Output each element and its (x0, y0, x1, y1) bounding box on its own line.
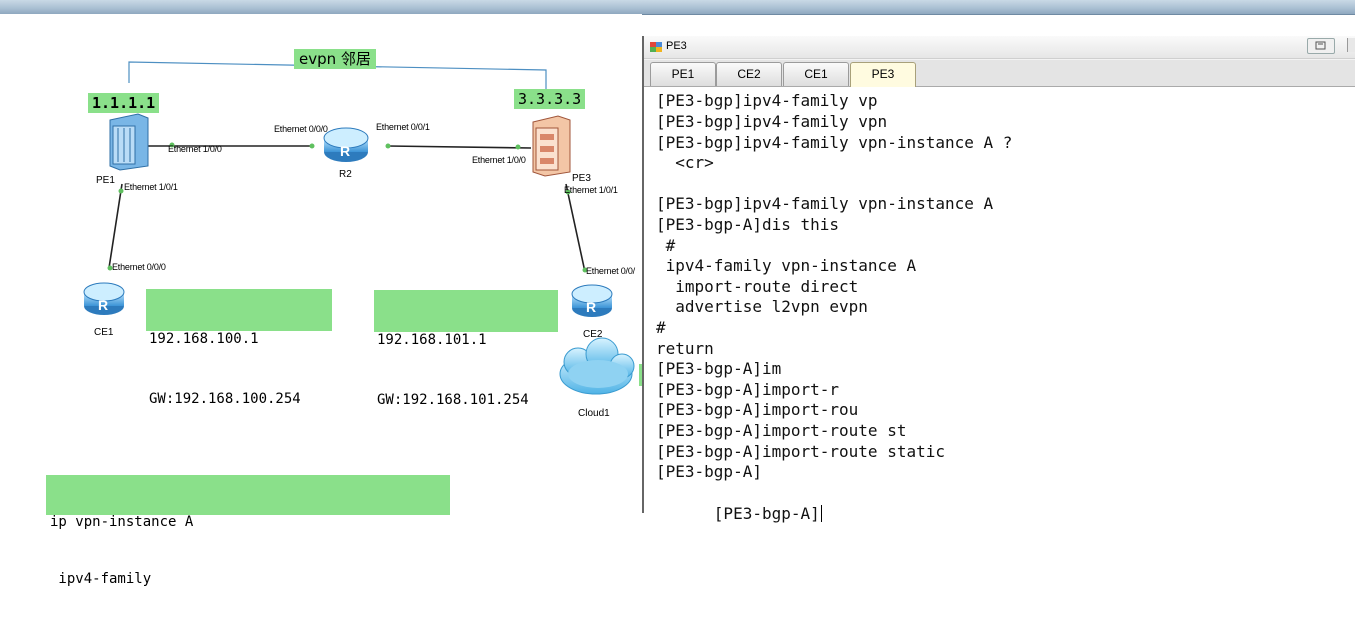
app-icon (650, 42, 662, 52)
interface-label: Ethernet 0/0/0 (274, 124, 328, 134)
ce1-name: CE1 (94, 327, 114, 338)
pe1-device-icon (109, 113, 149, 171)
pe3-device-icon (532, 115, 571, 177)
interface-label: Ethernet 1/0/1 (564, 185, 618, 195)
svg-text:R: R (340, 143, 350, 159)
terminal-line: [PE3-bgp-A]im (656, 359, 782, 378)
window-title: PE3 (666, 40, 687, 52)
interface-label: Ethernet 1/0/1 (124, 182, 178, 192)
vpn-config-line: ipv4-family (50, 571, 152, 587)
text-cursor (820, 505, 822, 522)
link-r2-pe3 (387, 145, 532, 149)
terminal-line: [PE3-bgp-A] (656, 462, 762, 481)
interface-label: Ethernet 1/0/0 (168, 144, 222, 154)
interface-label: Ethernet 0/0/ (586, 266, 635, 276)
terminal-line: [PE3-bgp]ipv4-family vp (656, 91, 878, 110)
ce1-ip: 192.168.100.1 (149, 331, 259, 347)
ce2-gateway: GW:192.168.101.254 (377, 392, 529, 408)
pe1-loopback-label: 1.1.1.1 (88, 93, 160, 113)
ce1-address-block: 192.168.100.1 GW:192.168.100.254 (146, 289, 332, 407)
ce2-name: CE2 (583, 329, 603, 340)
ce2-ip: 192.168.101.1 (377, 332, 487, 348)
tab-ce1[interactable]: CE1 (783, 62, 849, 86)
svg-text:R: R (586, 299, 596, 315)
vpn-config-note: ip vpn-instance A ipv4-family (46, 475, 450, 587)
link-pe3-ce2 (565, 183, 586, 273)
ce2-address-block: 192.168.101.1 GW:192.168.101.254 (374, 290, 558, 408)
link-pe1-ce1 (108, 183, 123, 269)
terminal-line: [PE3-bgp-A]dis this (656, 215, 840, 234)
session-tabs: PE1 CE2 CE1 PE3 (644, 60, 1355, 87)
terminal-output[interactable]: [PE3-bgp]ipv4-family vp [PE3-bgp]ipv4-fa… (644, 87, 1355, 523)
terminal-line: return (656, 339, 714, 358)
tab-pe3[interactable]: PE3 (850, 62, 916, 87)
terminal-line: [PE3-bgp]ipv4-family vpn (656, 112, 888, 131)
terminal-line: [PE3-bgp]ipv4-family vpn-instance A ? (656, 133, 1013, 152)
close-button[interactable] (1347, 38, 1355, 52)
terminal-window[interactable]: PE3 PE1 CE2 CE1 PE3 [PE3-bgp]ipv4-family… (642, 36, 1355, 523)
terminal-line: advertise l2vpn evpn (656, 297, 868, 316)
topology-canvas[interactable]: R R R evpn 邻居 1.1.1.1 3.3.3.3 192.168.10… (0, 14, 642, 587)
terminal-line: [PE3-bgp-A]import-r (656, 380, 840, 399)
terminal-prompt: [PE3-bgp-A] (713, 504, 820, 523)
cloud1-name: Cloud1 (578, 408, 610, 419)
terminal-line: [PE3-bgp-A]import-route st (656, 421, 907, 440)
ce1-router-icon: R (83, 282, 125, 315)
port-dot (309, 143, 315, 149)
interface-label: Ethernet 1/0/0 (472, 155, 526, 165)
ce1-gateway: GW:192.168.100.254 (149, 391, 301, 407)
ce2-router-icon: R (571, 284, 613, 317)
cloud1-icon (559, 337, 635, 395)
terminal-line: <cr> (656, 153, 714, 172)
r2-router-icon: R (323, 127, 369, 162)
restore-icon (1315, 41, 1326, 50)
terminal-prompt-line[interactable]: [PE3-bgp-A] (656, 482, 822, 523)
terminal-line: ipv4-family vpn-instance A (656, 256, 917, 275)
port-dot (385, 143, 391, 149)
tab-pe1[interactable]: PE1 (650, 62, 716, 86)
terminal-line: # (656, 236, 676, 255)
r2-name: R2 (339, 169, 352, 180)
port-dot (515, 144, 521, 150)
terminal-line: import-route direct (656, 277, 859, 296)
terminal-line: [PE3-bgp-A]import-route static (656, 442, 945, 461)
tab-ce2[interactable]: CE2 (716, 62, 782, 86)
top-toolbar-strip (0, 0, 1355, 15)
interface-label: Ethernet 0/0/1 (376, 122, 430, 132)
terminal-line: [PE3-bgp-A]import-rou (656, 400, 859, 419)
port-dot (118, 188, 124, 194)
interface-label: Ethernet 0/0/0 (112, 262, 166, 272)
terminal-line: [PE3-bgp]ipv4-family vpn-instance A (656, 194, 994, 213)
svg-text:R: R (98, 297, 108, 313)
vpn-config-line: ip vpn-instance A (50, 514, 194, 530)
pe3-name: PE3 (572, 173, 591, 184)
window-title-bar[interactable]: PE3 (644, 36, 1355, 59)
terminal-line: # (656, 318, 666, 337)
pe1-name: PE1 (96, 175, 115, 186)
evpn-neighbor-label: evpn 邻居 (294, 49, 376, 69)
restore-button[interactable] (1307, 38, 1335, 54)
pe3-loopback-label: 3.3.3.3 (514, 89, 586, 109)
